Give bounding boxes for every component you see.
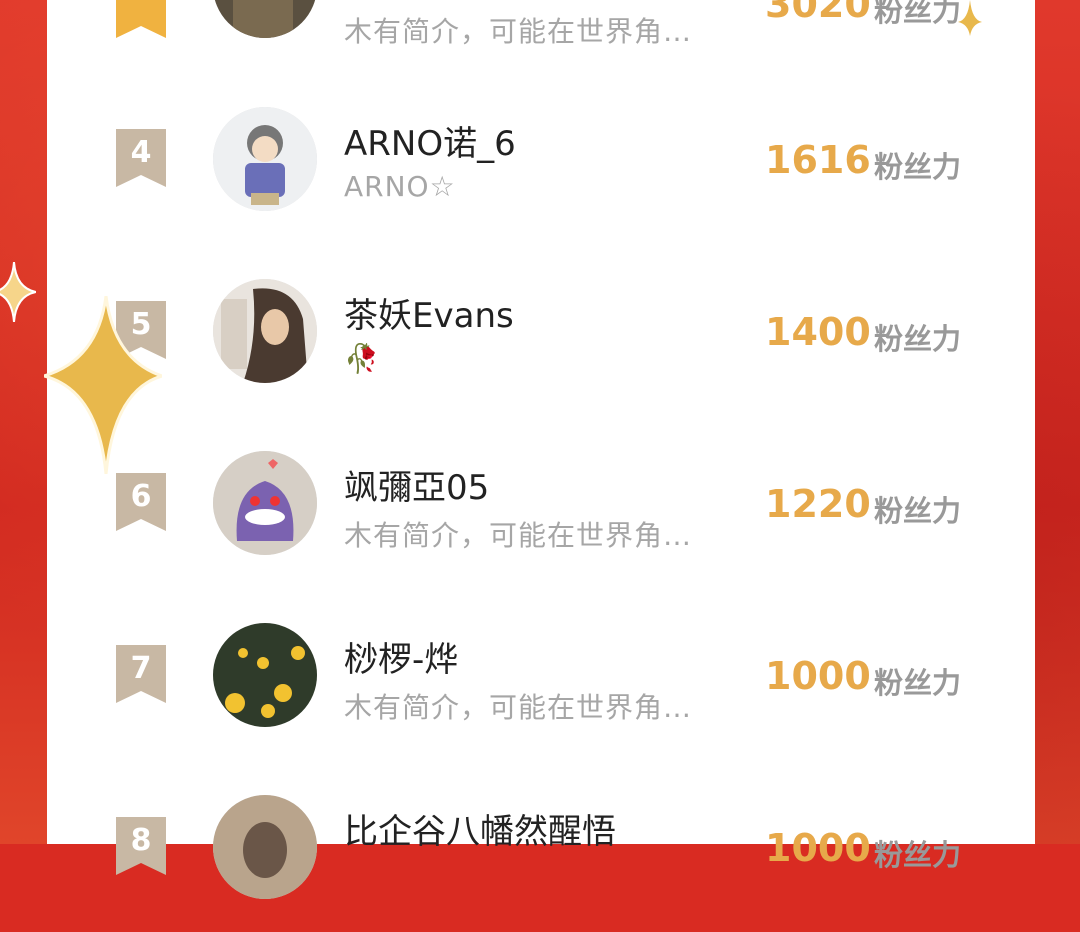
user-bio: 木有简介，可能在世界角… [344, 15, 693, 48]
fan-power-score: 1400 [765, 310, 871, 354]
rank-number: 8 [130, 823, 152, 858]
user-name: 桫椤-烨 [344, 640, 459, 680]
sparkle-star-icon [0, 262, 36, 322]
user-bio: 木有简介，可能在世界角… [344, 519, 693, 552]
avatar[interactable] [213, 451, 317, 555]
user-bio: 木有简介，可能在世界角… [344, 691, 693, 724]
avatar[interactable] [213, 623, 317, 727]
avatar[interactable] [213, 279, 317, 383]
avatar[interactable] [213, 107, 317, 211]
ribbon-badge-icon [116, 0, 166, 38]
rank-number: 6 [130, 479, 152, 514]
sparkle-star-icon [958, 0, 982, 36]
rank-badge: 4 [116, 129, 166, 187]
sparkle-star-icon [44, 296, 162, 474]
fan-power-score: 1220 [765, 482, 871, 526]
user-bio: 🥀 [344, 342, 380, 375]
list-item[interactable]: 7 桫椤-烨 木有简介，可能在世界角… 1000 粉丝力 [47, 588, 1035, 760]
rank-number: 4 [130, 135, 152, 170]
user-name: 比企谷八幡然醒悟 [344, 812, 616, 852]
rank-badge [116, 0, 166, 38]
fan-power-score: 1000 [765, 826, 871, 870]
user-bio: ARNO☆ [344, 170, 456, 203]
user-name: 飒彌亞05 [344, 468, 490, 508]
fan-power-unit: 粉丝力 [874, 322, 962, 356]
user-name: ARNO诺_6 [344, 124, 516, 164]
list-item[interactable]: 6 飒彌亞05 木有简介，可能在世界角… 1220 粉丝力 [47, 416, 1035, 588]
rank-badge: 6 [116, 473, 166, 531]
fan-power-unit: 粉丝力 [874, 838, 962, 872]
fan-power-unit: 粉丝力 [874, 494, 962, 528]
list-item[interactable]: 4 ARNO诺_6 ARNO☆ 1616 粉丝力 [47, 72, 1035, 244]
fan-power-unit: 粉丝力 [874, 150, 962, 184]
rank-number: 7 [130, 651, 152, 686]
leaderboard-card: 木有简介，可能在世界角… 3020 粉丝力 4 ARNO诺_6 ARNO☆ 16… [47, 0, 1035, 899]
user-name: 茶妖Evans [344, 296, 514, 336]
fan-power-unit: 粉丝力 [874, 666, 962, 700]
list-item[interactable]: 8 比企谷八幡然醒悟 1000 粉丝力 [47, 760, 1035, 932]
avatar[interactable] [213, 795, 317, 899]
list-item[interactable]: 木有简介，可能在世界角… 3020 粉丝力 [47, 0, 1035, 48]
avatar[interactable] [213, 0, 317, 38]
rank-badge: 8 [116, 817, 166, 875]
fan-power-score: 3020 [765, 0, 871, 26]
fan-power-score: 1616 [765, 138, 871, 182]
rank-badge: 7 [116, 645, 166, 703]
fan-power-score: 1000 [765, 654, 871, 698]
fan-power-unit: 粉丝力 [874, 0, 962, 28]
list-item[interactable]: 5 茶妖Evans 🥀 1400 粉丝力 [47, 244, 1035, 416]
